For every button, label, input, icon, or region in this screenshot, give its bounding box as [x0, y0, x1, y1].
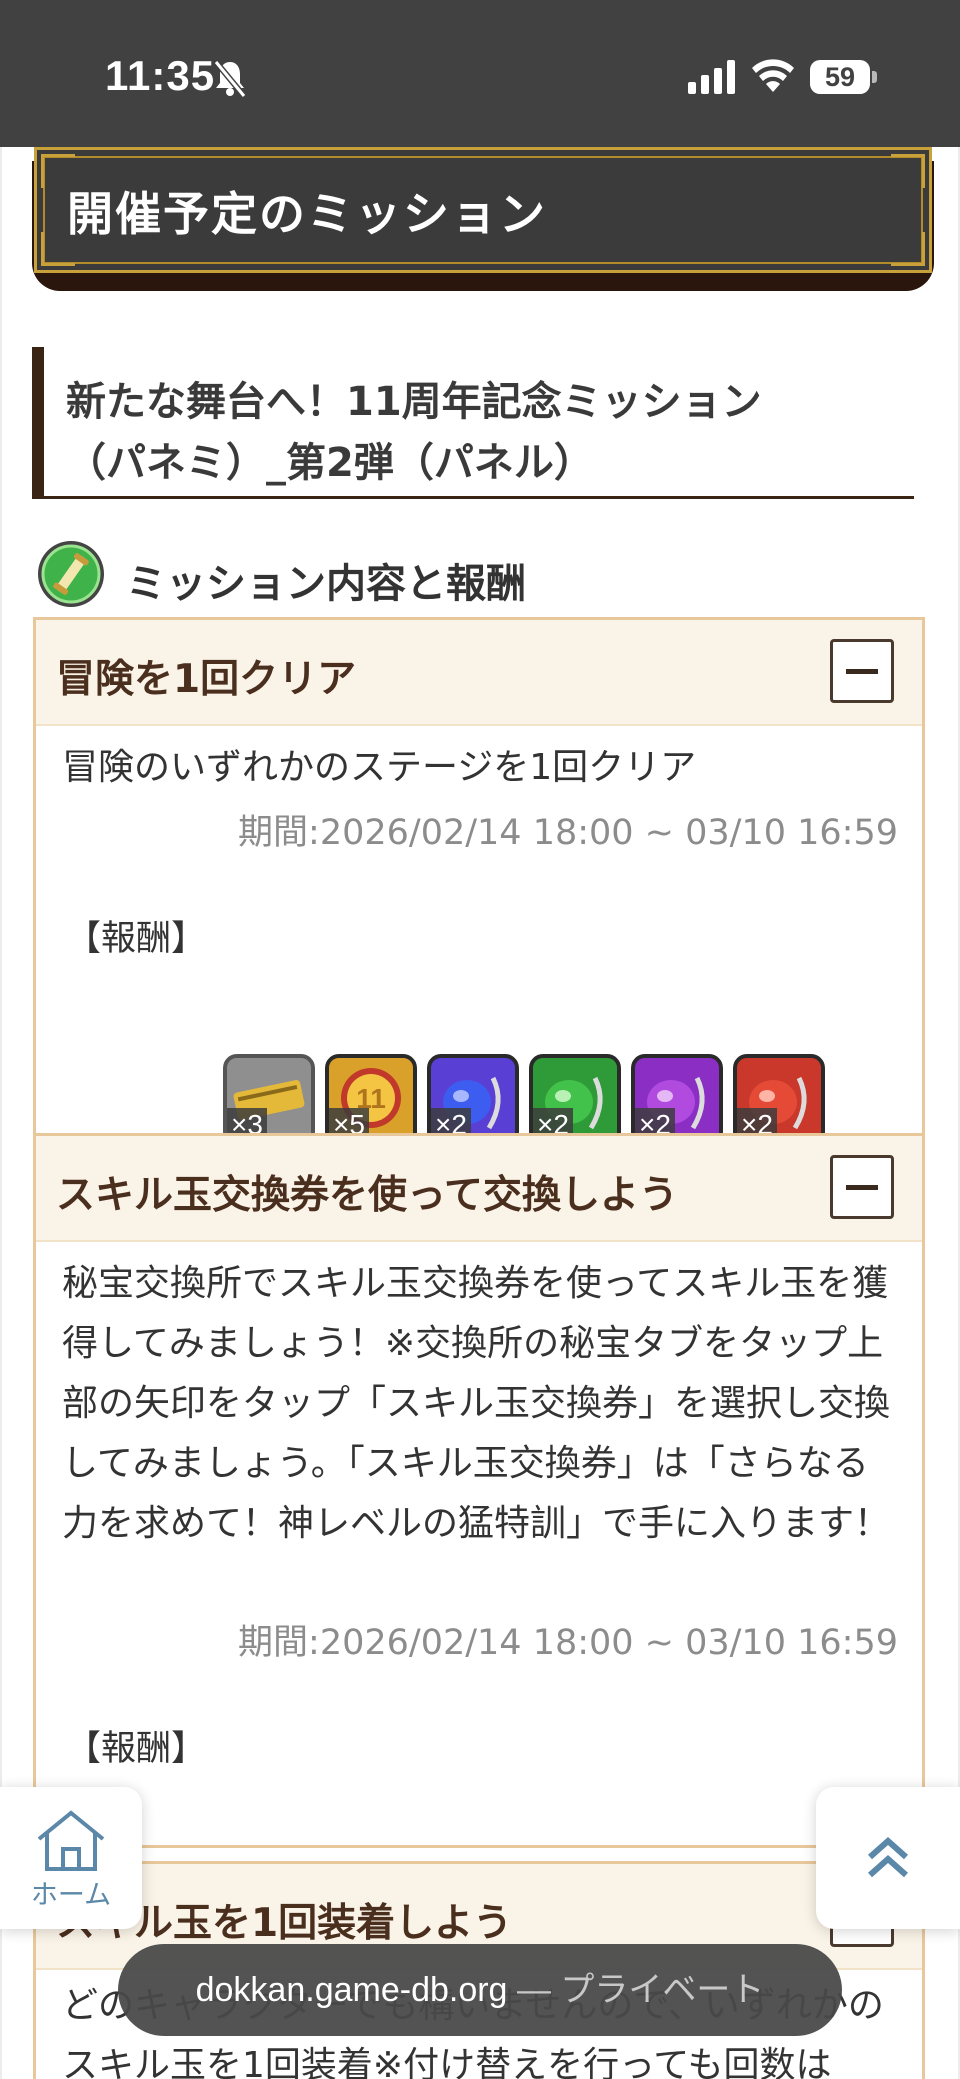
collapse-button[interactable]: [830, 639, 894, 703]
battery-tip: [872, 71, 877, 83]
collapse-button[interactable]: [830, 1155, 894, 1219]
mission-title-line1: 新たな舞台へ！11周年記念ミッション: [66, 379, 762, 425]
mission-card: スキル玉交換券を使って交換しよう 秘宝交換所でスキル玉交換券を使ってスキル玉を獲…: [33, 1133, 925, 1960]
section-title: ミッション内容と報酬: [126, 561, 526, 607]
mission-card-header[interactable]: スキル玉交換券を使って交換しよう: [36, 1136, 922, 1242]
mission-description: 冒険のいずれかのステージを1回クリア: [62, 747, 697, 788]
status-bar: 11:35 59: [0, 0, 960, 147]
double-chevron-up-icon: [868, 1836, 908, 1878]
mission-card-title: 冒険を1回クリア: [56, 657, 357, 702]
browser-url-bar[interactable]: dokkan.game-db.org — プライベート: [118, 1944, 842, 2036]
scroll-to-top-button[interactable]: [816, 1787, 960, 1929]
mission-period: 期間:2026/02/14 18:00 ~ 03/10 16:59: [238, 1623, 898, 1663]
upcoming-missions-banner: 開催予定のミッション: [32, 147, 934, 292]
banner-frame: 開催予定のミッション: [34, 147, 932, 273]
mission-card-header[interactable]: 冒険を1回クリア: [36, 620, 922, 726]
private-label: — プライベート: [516, 1971, 765, 2009]
reward-label: 【報酬】: [66, 1729, 207, 1769]
mission-description: 秘宝交換所でスキル玉交換券を使ってスキル玉を獲得してみましょう！※交換所の秘宝タ…: [62, 1263, 891, 1544]
home-icon: [37, 1810, 105, 1871]
clock: 11:35: [105, 52, 216, 99]
cellular-signal-icon: [688, 60, 735, 94]
home-button[interactable]: ホーム: [0, 1787, 142, 1929]
silent-bell-icon: [213, 60, 247, 98]
mission-heading: 新たな舞台へ！11周年記念ミッション （パネミ）_第2弾（パネル）: [32, 347, 914, 499]
page-content[interactable]: 開催予定のミッション 新たな舞台へ！11周年記念ミッション （パネミ）_第2弾（…: [0, 147, 960, 2079]
mission-card-title: スキル玉交換券を使って交換しよう: [56, 1173, 679, 1218]
ornament-corner: [891, 232, 925, 266]
url-domain: dokkan.game-db.org: [195, 1971, 508, 2009]
mission-scroll-icon: [38, 541, 104, 607]
wifi-icon: [752, 59, 794, 92]
mission-title-line2: （パネミ）_第2弾（パネル）: [66, 440, 594, 486]
ornament-corner: [891, 154, 925, 188]
banner-title: 開催予定のミッション: [67, 187, 547, 241]
battery-indicator: 59: [810, 60, 870, 94]
mission-period: 期間:2026/02/14 18:00 ~ 03/10 16:59: [238, 813, 898, 853]
reward-label: 【報酬】: [66, 919, 207, 959]
home-label: ホーム: [30, 1880, 112, 1911]
